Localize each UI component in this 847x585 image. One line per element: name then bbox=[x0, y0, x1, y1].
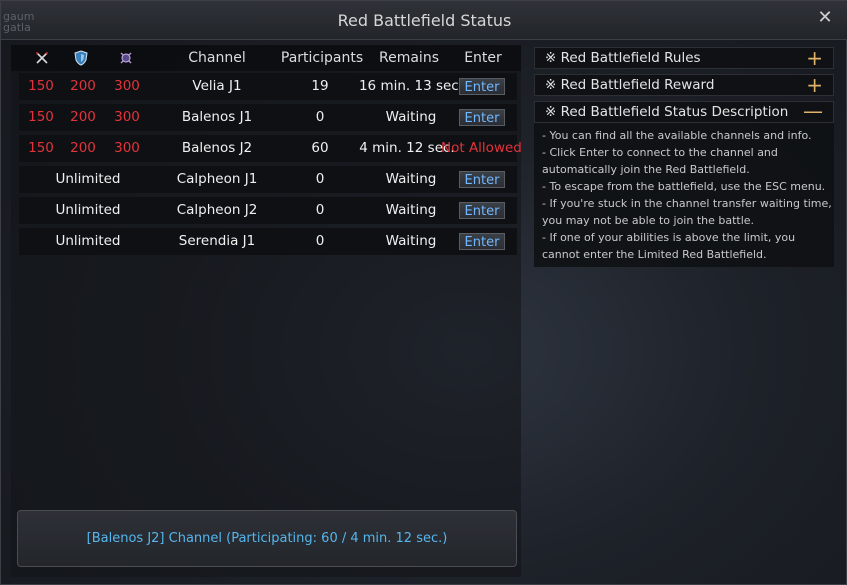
dp-limit: 200 bbox=[70, 78, 96, 94]
participants-count: 0 bbox=[315, 202, 325, 218]
title-bar: gaum gatla Red Battlefield Status ✕ bbox=[1, 1, 847, 40]
expand-icon[interactable]: + bbox=[806, 46, 823, 70]
participants-count: 19 bbox=[311, 78, 329, 94]
table-row: Unlimited Calpheon J1 0 Waiting Enter bbox=[19, 166, 517, 193]
dp-limit: 200 bbox=[70, 140, 96, 156]
section-reward-header[interactable]: ※ Red Battlefield Reward + bbox=[534, 73, 834, 97]
total-limit: 300 bbox=[114, 140, 140, 156]
channel-name: Balenos J1 bbox=[181, 109, 253, 125]
total-limit: 300 bbox=[114, 109, 140, 125]
remains-time: Waiting bbox=[385, 171, 437, 187]
description-line: - To escape from the battlefield, use th… bbox=[542, 180, 826, 193]
limit-label: Unlimited bbox=[55, 233, 121, 249]
description-line: - You can find all the available channel… bbox=[542, 129, 812, 142]
description-line: - If you're stuck in the channel transfe… bbox=[542, 197, 832, 210]
dp-limit: 200 bbox=[70, 109, 96, 125]
description-line: automatically join the Red Battlefield. bbox=[542, 163, 750, 176]
channel-name: Velia J1 bbox=[192, 78, 242, 94]
section-reward-label: ※ Red Battlefield Reward bbox=[545, 77, 715, 93]
header-channel: Channel bbox=[188, 50, 246, 66]
participants-count: 0 bbox=[315, 171, 325, 187]
table-row: Unlimited Calpheon J2 0 Waiting Enter bbox=[19, 197, 517, 224]
header-remains: Remains bbox=[379, 50, 439, 66]
channel-name: Calpheon J2 bbox=[176, 202, 258, 218]
status-description-panel: - You can find all the available channel… bbox=[534, 123, 834, 267]
section-description-header[interactable]: ※ Red Battlefield Status Description — bbox=[534, 99, 834, 123]
enter-button[interactable]: Enter bbox=[459, 109, 505, 126]
participants-count: 0 bbox=[315, 233, 325, 249]
table-row: 150 200 300 Balenos J2 60 4 min. 12 sec.… bbox=[19, 135, 522, 162]
battlefield-status-window: gaum gatla Red Battlefield Status ✕ Chann… bbox=[0, 0, 847, 585]
description-line: - If one of your abilities is above the … bbox=[542, 231, 796, 244]
crest-icon bbox=[118, 50, 134, 66]
ap-limit: 150 bbox=[28, 140, 54, 156]
section-rules-label: ※ Red Battlefield Rules bbox=[545, 50, 701, 66]
enter-button[interactable]: Enter bbox=[459, 171, 505, 188]
channel-name: Serendia J1 bbox=[178, 233, 256, 249]
section-rules-header[interactable]: ※ Red Battlefield Rules + bbox=[534, 46, 834, 70]
remains-time: 16 min. 13 sec. bbox=[358, 78, 464, 94]
not-allowed-label: Not Allowed bbox=[441, 140, 522, 156]
close-button[interactable]: ✕ bbox=[816, 9, 834, 27]
participants-count: 60 bbox=[311, 140, 329, 156]
description-line: - Click Enter to connect to the channel … bbox=[542, 146, 778, 159]
remains-time: Waiting bbox=[385, 202, 437, 218]
enter-button[interactable]: Enter bbox=[459, 78, 505, 95]
enter-button[interactable]: Enter bbox=[459, 233, 505, 250]
participants-count: 0 bbox=[315, 109, 325, 125]
header-participants: Participants bbox=[280, 50, 364, 66]
table-row: Unlimited Serendia J1 0 Waiting Enter bbox=[19, 228, 517, 255]
ap-limit: 150 bbox=[28, 109, 54, 125]
enter-button[interactable]: Enter bbox=[459, 202, 505, 219]
section-description-label: ※ Red Battlefield Status Description bbox=[545, 104, 789, 120]
channel-name: Calpheon J1 bbox=[176, 171, 258, 187]
limit-label: Unlimited bbox=[55, 202, 121, 218]
close-icon: ✕ bbox=[817, 7, 833, 28]
description-line: you may not be able to join the battle. bbox=[542, 214, 755, 227]
table-row: 150 200 300 Velia J1 19 16 min. 13 sec. … bbox=[19, 73, 517, 100]
channel-name: Balenos J2 bbox=[181, 140, 253, 156]
expand-icon[interactable]: + bbox=[806, 73, 823, 97]
collapse-icon[interactable]: — bbox=[803, 99, 823, 123]
total-limit: 300 bbox=[114, 78, 140, 94]
ap-limit: 150 bbox=[28, 78, 54, 94]
table-row: 150 200 300 Balenos J1 0 Waiting Enter bbox=[19, 104, 517, 131]
header-enter: Enter bbox=[464, 50, 502, 66]
description-line: cannot enter the Limited Red Battlefield… bbox=[542, 248, 767, 261]
remains-time: Waiting bbox=[385, 109, 437, 125]
crossed-swords-icon bbox=[34, 50, 50, 66]
limit-label: Unlimited bbox=[55, 171, 121, 187]
current-channel-status-bar: [Balenos J2] Channel (Participating: 60 … bbox=[17, 510, 517, 567]
current-channel-status: [Balenos J2] Channel (Participating: 60 … bbox=[86, 531, 448, 546]
remains-time: Waiting bbox=[385, 233, 437, 249]
window-title: Red Battlefield Status bbox=[337, 11, 512, 30]
shield-icon bbox=[73, 50, 89, 66]
